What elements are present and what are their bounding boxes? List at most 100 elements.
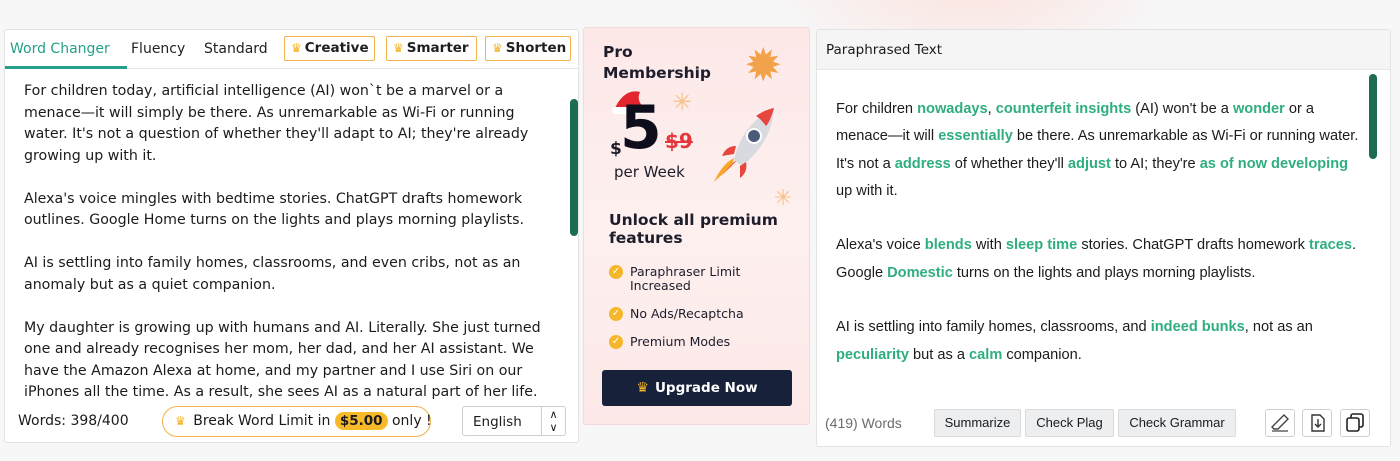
input-panel: Word Changer Fluency Standard ♛ Creative … <box>4 29 579 443</box>
feature-item: ✓ No Ads/Recaptcha <box>609 307 789 321</box>
download-icon <box>1311 414 1325 432</box>
text-segment: of whether they'll <box>950 155 1068 172</box>
tab-word-changer[interactable]: Word Changer <box>10 41 110 57</box>
promo-period: per Week <box>614 163 685 181</box>
input-text-area[interactable]: For children today, artificial intellige… <box>24 81 559 401</box>
output-panel: Paraphrased Text For children nowadays, … <box>816 29 1391 447</box>
check-plag-button[interactable]: Check Plag <box>1025 409 1114 437</box>
language-value: English <box>473 414 522 430</box>
replaced-word[interactable]: indeed bunks <box>1151 319 1245 335</box>
promo-title: Pro Membership <box>603 43 712 82</box>
feature-label: Premium Modes <box>630 334 731 349</box>
output-paragraph: Alexa's voice blends with sleep time sto… <box>836 232 1366 287</box>
break-limit-suffix: only ! <box>391 413 432 429</box>
break-word-limit-button[interactable]: ♛ Break Word Limit in $5.00 only ! <box>162 406 432 437</box>
replaced-word[interactable]: blends <box>925 237 972 253</box>
output-paragraph: AI is settling into family homes, classr… <box>836 314 1366 369</box>
select-arrows-icon: ∧ ∨ <box>541 407 565 435</box>
input-paragraph: Alexa's voice mingles with bedtime stori… <box>24 190 524 229</box>
input-footer: Words: 398/400 ♛ Break Word Limit in $5.… <box>5 403 578 443</box>
eraser-icon <box>1271 414 1289 432</box>
text-segment: , not as an <box>1244 319 1313 336</box>
replaced-word[interactable]: wonder <box>1233 101 1285 117</box>
output-header: Paraphrased Text <box>817 30 1390 70</box>
tab-shorten[interactable]: ♛ Shorten <box>485 36 571 61</box>
replaced-word[interactable]: address <box>895 156 951 172</box>
tab-standard[interactable]: Standard <box>204 41 268 57</box>
output-scrollbar[interactable] <box>1369 74 1377 159</box>
input-paragraph: AI is settling into family homes, classr… <box>24 255 521 293</box>
crown-icon: ♛ <box>636 380 649 396</box>
replaced-word[interactable]: essentially <box>938 128 1013 144</box>
tab-creative-label: Creative <box>304 40 369 56</box>
paraphrased-text-area[interactable]: For children nowadays, counterfeit insig… <box>836 96 1366 398</box>
break-limit-price: $5.00 <box>334 412 388 430</box>
tab-shorten-label: Shorten <box>505 40 567 56</box>
tab-fluency[interactable]: Fluency <box>131 41 185 57</box>
text-segment: to AI; they're <box>1110 155 1200 172</box>
download-button[interactable] <box>1302 409 1332 437</box>
feature-item: ✓ Premium Modes <box>609 335 789 349</box>
output-footer: (419) Words Summarize Check Plag Check G… <box>817 405 1390 445</box>
crown-icon: ♛ <box>492 41 503 55</box>
input-paragraph: For children today, artificial intellige… <box>24 83 529 164</box>
output-word-count: (419) Words <box>825 415 902 431</box>
input-scrollbar[interactable] <box>570 99 578 236</box>
unlock-heading: Unlock all premium features <box>609 211 778 247</box>
crown-icon: ♛ <box>291 41 302 55</box>
check-icon: ✓ <box>609 307 623 321</box>
replaced-word[interactable]: sleep time <box>1006 237 1077 253</box>
output-paragraph: For children nowadays, counterfeit insig… <box>836 96 1366 205</box>
text-segment: , <box>987 101 996 117</box>
check-icon: ✓ <box>609 265 623 279</box>
replaced-word[interactable]: as of now developing <box>1200 156 1348 172</box>
copy-icon <box>1346 413 1364 432</box>
sparkle-icon: ✳ <box>774 186 793 211</box>
check-icon: ✓ <box>609 335 623 349</box>
text-segment: (AI) won't be a <box>1131 101 1233 117</box>
text-segment: but as a <box>909 346 970 363</box>
text-segment: AI is settling into family homes, classr… <box>836 319 1151 336</box>
tab-smarter[interactable]: ♛ Smarter <box>386 36 477 61</box>
replaced-word[interactable]: traces <box>1309 237 1352 253</box>
clear-button[interactable] <box>1265 409 1295 437</box>
pro-membership-promo: Pro Membership ✹ ✳ ✳ $ 5 $9 per Week Unl… <box>583 27 810 425</box>
text-segment: Alexa's voice <box>836 237 925 254</box>
text-segment: with <box>971 237 1006 254</box>
input-paragraph: My daughter is growing up with humans an… <box>24 319 541 401</box>
summarize-button[interactable]: Summarize <box>934 409 1021 437</box>
text-segment: For children <box>836 101 918 117</box>
check-grammar-button[interactable]: Check Grammar <box>1118 409 1236 437</box>
output-title: Paraphrased Text <box>826 42 943 58</box>
replaced-word[interactable]: calm <box>969 347 1002 363</box>
language-select[interactable]: English ∧ ∨ <box>462 406 566 436</box>
feature-label: No Ads/Recaptcha <box>630 306 744 321</box>
replaced-word[interactable]: Domestic <box>887 265 953 281</box>
feature-label: Paraphraser Limit Increased <box>630 264 741 293</box>
tab-creative[interactable]: ♛ Creative <box>284 36 375 61</box>
replaced-word[interactable]: counterfeit insights <box>996 101 1131 117</box>
promo-old-price: $9 <box>665 129 693 153</box>
crown-icon: ♛ <box>393 41 404 55</box>
text-segment: turns on the lights and plays morning pl… <box>952 264 1256 281</box>
mode-tabs: Word Changer Fluency Standard ♛ Creative … <box>5 30 578 69</box>
replaced-word[interactable]: peculiarity <box>836 347 909 363</box>
active-tab-indicator <box>5 66 127 69</box>
upgrade-label: Upgrade Now <box>654 380 758 396</box>
crown-icon: ♛ <box>175 414 186 428</box>
upgrade-now-button[interactable]: ♛ Upgrade Now <box>602 370 792 406</box>
text-segment: companion. <box>1002 346 1082 363</box>
break-limit-text: Break Word Limit in <box>193 413 331 429</box>
feature-item: ✓ Paraphraser Limit Increased <box>609 265 789 293</box>
text-segment: up with it. <box>836 182 898 199</box>
text-segment: stories. ChatGPT drafts homework <box>1077 237 1309 254</box>
tab-smarter-label: Smarter <box>406 40 469 56</box>
firework-icon: ✹ <box>744 38 783 92</box>
replaced-word[interactable]: nowadays <box>917 101 988 117</box>
sparkle-icon: ✳ <box>672 88 693 116</box>
input-word-count: Words: 398/400 <box>18 413 129 429</box>
replaced-word[interactable]: adjust <box>1068 156 1111 172</box>
copy-button[interactable] <box>1340 409 1370 437</box>
rocket-icon <box>714 108 774 182</box>
promo-price: 5 <box>620 93 662 163</box>
